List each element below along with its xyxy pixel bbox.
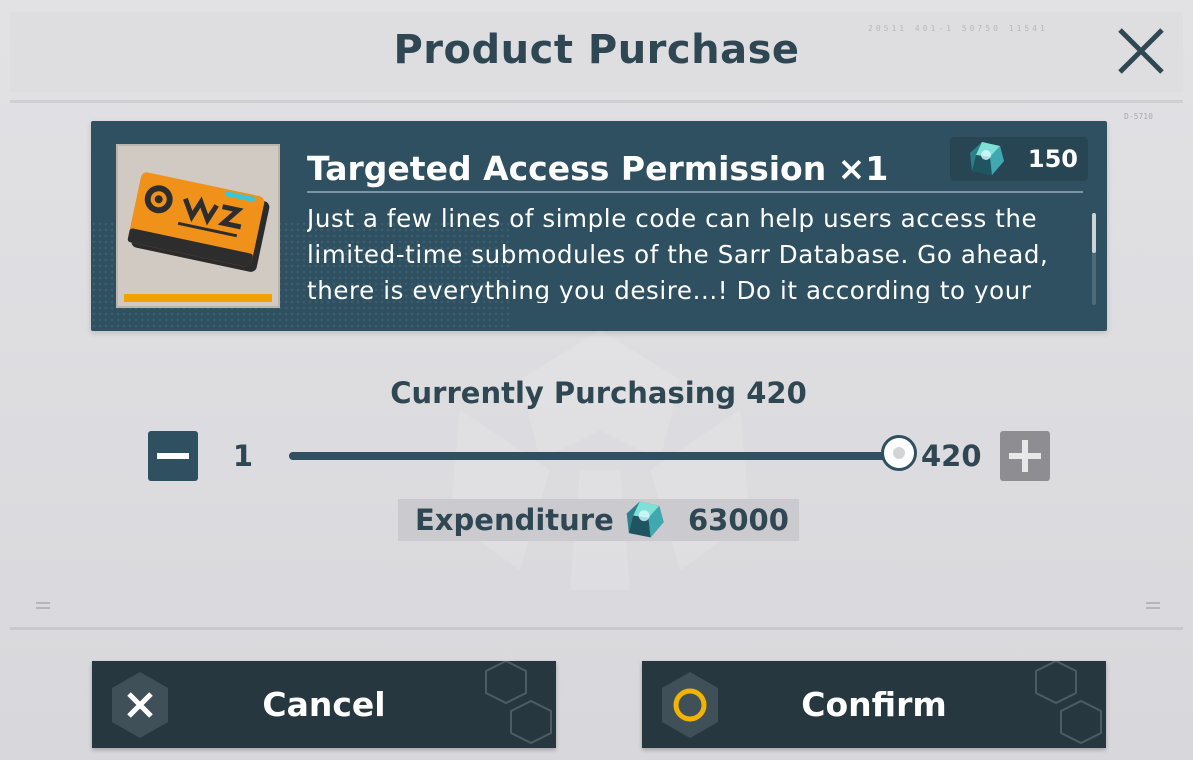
footer-divider: [10, 627, 1183, 630]
minus-icon: [157, 453, 189, 459]
expenditure-label: Expenditure: [415, 503, 614, 537]
header-divider: [10, 100, 1183, 103]
side-serial-code: D-5710: [1124, 112, 1153, 121]
decrease-quantity-button[interactable]: [148, 431, 198, 481]
confirm-button[interactable]: Confirm: [642, 661, 1106, 748]
access-card-icon: [127, 172, 270, 272]
item-price: 150: [1027, 145, 1078, 173]
crystal-gem-icon: [626, 501, 664, 538]
item-name-underline: [307, 191, 1083, 193]
slider-max-value: 420: [921, 439, 982, 473]
purchase-dialog: 20511 401-1 50750 11541 Product Purchase…: [0, 0, 1193, 760]
crystal-gem-icon: [970, 142, 1004, 175]
cancel-button[interactable]: Cancel: [92, 661, 556, 748]
right-deco-ticks: [1146, 602, 1160, 614]
confirm-label: Confirm: [801, 685, 947, 724]
quantity-slider-handle[interactable]: [881, 435, 917, 471]
item-description: Just a few lines of simple code can help…: [307, 204, 1049, 303]
quantity-slider[interactable]: [289, 435, 917, 471]
dialog-title: Product Purchase: [393, 27, 800, 73]
close-button[interactable]: [1112, 22, 1170, 80]
increase-quantity-button[interactable]: [1000, 431, 1050, 481]
close-icon: [1118, 28, 1164, 74]
rarity-bar: [124, 294, 272, 302]
expenditure-panel: Expenditure 63000: [398, 499, 799, 541]
expenditure-value: 63000: [688, 503, 789, 537]
slider-min-value: 1: [232, 439, 254, 473]
quantity-label: Currently Purchasing 420: [390, 376, 807, 410]
description-scroll-thumb[interactable]: [1092, 213, 1096, 253]
emblem-watermark-icon: [450, 330, 750, 590]
cancel-label: Cancel: [262, 685, 386, 724]
item-name: Targeted Access Permission ×1: [307, 149, 889, 188]
description-scrollbar[interactable]: [1092, 213, 1096, 305]
left-deco-ticks: [36, 602, 50, 614]
quantity-slider-fill: [289, 452, 899, 460]
price-badge: 150: [950, 137, 1088, 181]
item-card: Targeted Access Permission ×1 150 Just a…: [91, 121, 1107, 331]
item-image: [116, 144, 280, 308]
